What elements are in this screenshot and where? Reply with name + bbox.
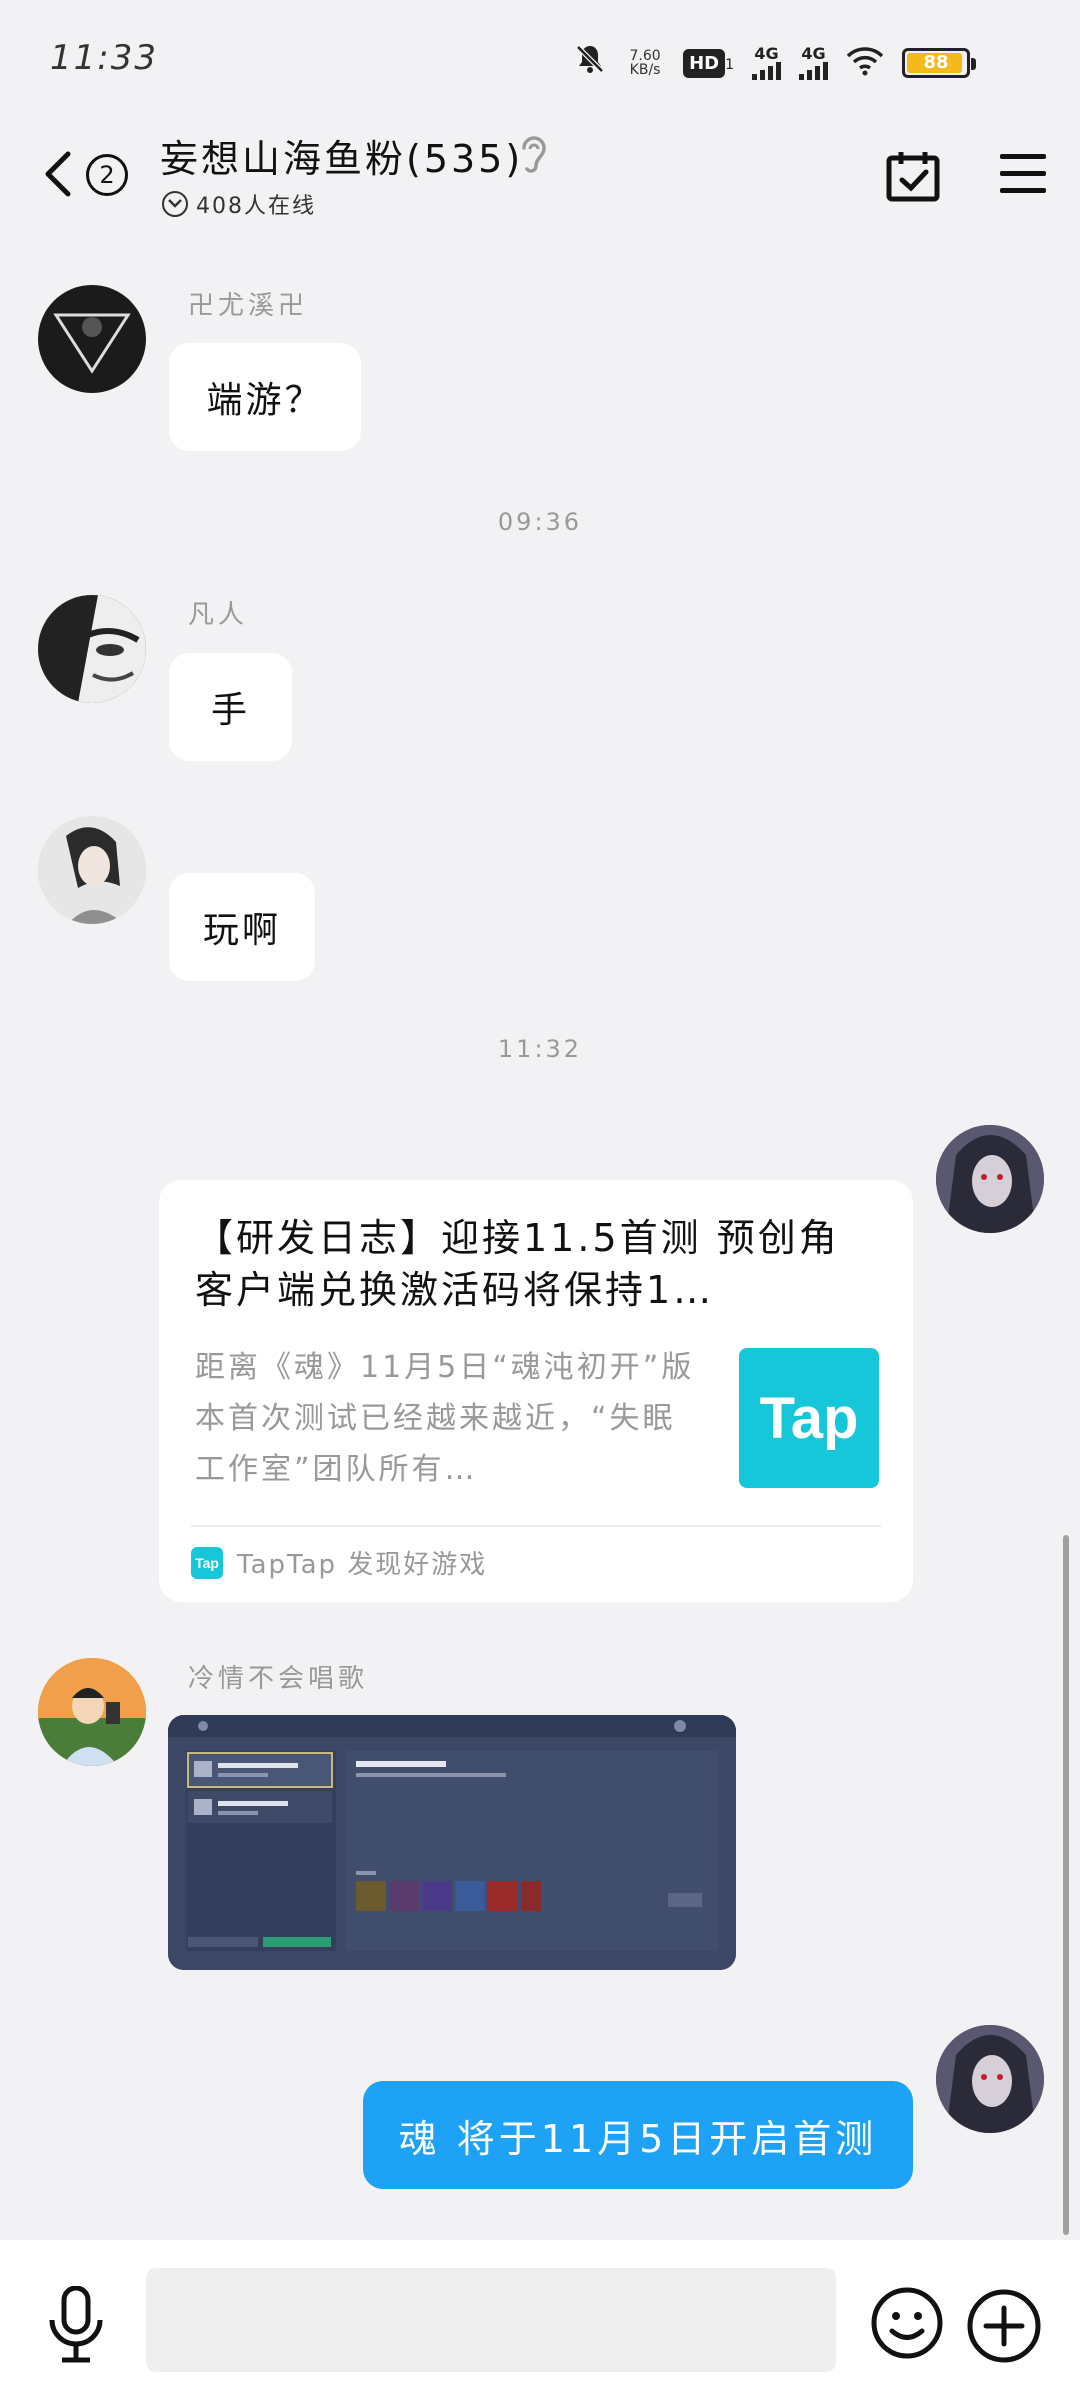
card-source: Tap TapTap 发现好游戏	[191, 1544, 487, 1581]
message-input[interactable]	[146, 2268, 836, 2372]
card-description: 距离《魂》11月5日“魂沌初开”版本首次测试已经越来越近，“失眠工作室”团队所有…	[195, 1350, 695, 1487]
source-label: TapTap 发现好游戏	[237, 1550, 488, 1580]
image-message[interactable]	[168, 1715, 736, 1970]
unread-count-badge[interactable]: 2	[86, 154, 128, 196]
shared-link-card[interactable]: 【研发日志】迎接11.5首测 预创角 客户端兑换激活码将保持1… 距离《魂》11…	[159, 1180, 913, 1602]
taptap-logo-icon: Tap	[739, 1348, 879, 1488]
emoji-icon[interactable]	[870, 2286, 944, 2360]
timestamp: 09:36	[497, 508, 583, 536]
card-divider	[191, 1525, 881, 1527]
sender-name: 凡人	[188, 600, 249, 630]
hd-badge: HD 1	[683, 48, 734, 78]
battery-percent: 88	[923, 52, 949, 73]
signal-4g-2: 4G	[799, 46, 828, 80]
online-count: 408人在线	[196, 194, 316, 219]
hd-sub: 1	[725, 56, 734, 73]
chevron-down-icon	[162, 191, 188, 217]
taptap-mini-icon: Tap	[191, 1546, 223, 1579]
back-button[interactable]	[40, 148, 74, 210]
avatar[interactable]	[38, 285, 146, 393]
calendar-check-icon[interactable]	[886, 150, 940, 202]
outgoing-message-bubble[interactable]: 魂 将于11月5日开启首测	[363, 2081, 913, 2189]
sender-name: 冷情不会唱歌	[188, 1664, 369, 1694]
microphone-icon[interactable]	[44, 2285, 108, 2364]
my-avatar[interactable]	[936, 1125, 1044, 1233]
chat-header: 2 妄想山海鱼粉(535) 408人在线	[0, 120, 1080, 255]
wifi-icon	[846, 46, 884, 80]
mute-bell-icon	[573, 42, 607, 84]
status-time: 11:33	[50, 38, 158, 78]
speed-unit: KB/s	[629, 62, 661, 78]
avatar[interactable]	[38, 1658, 146, 1766]
chevron-left-icon	[45, 151, 71, 197]
net-label-2: 4G	[801, 44, 826, 63]
input-bar	[0, 2240, 1080, 2400]
message-bubble[interactable]: 手	[169, 653, 292, 761]
battery-icon: 88	[902, 48, 976, 78]
scrollbar[interactable]	[1063, 1535, 1069, 2235]
online-status[interactable]: 408人在线	[162, 188, 316, 220]
avatar[interactable]	[38, 595, 146, 703]
status-bar: 11:33 7.60 KB/s HD 1 4G 4G 88	[0, 0, 1080, 120]
sender-name: 卍尤溪卍	[188, 291, 309, 321]
message-bubble[interactable]: 端游？	[169, 343, 361, 451]
menu-icon[interactable]	[1000, 154, 1046, 194]
hd-label: HD	[683, 48, 726, 78]
signal-bars-icon	[799, 62, 828, 80]
page-title[interactable]: 妄想山海鱼粉(535)	[160, 128, 523, 183]
signal-4g-1: 4G	[752, 46, 781, 80]
timestamp: 11:32	[497, 1035, 583, 1063]
ear-icon[interactable]	[516, 132, 550, 186]
card-title: 【研发日志】迎接11.5首测 预创角 客户端兑换激活码将保持1…	[195, 1216, 840, 1312]
speed-value: 7.60	[629, 48, 661, 64]
message-bubble[interactable]: 玩啊	[169, 873, 315, 981]
my-avatar[interactable]	[936, 2025, 1044, 2133]
signal-bars-icon	[752, 62, 781, 80]
network-speed: 7.60 KB/s	[625, 49, 665, 77]
status-icons: 7.60 KB/s HD 1 4G 4G 88	[573, 42, 976, 84]
net-label-1: 4G	[754, 44, 779, 63]
plus-circle-icon[interactable]	[966, 2288, 1042, 2364]
avatar[interactable]	[38, 816, 146, 924]
